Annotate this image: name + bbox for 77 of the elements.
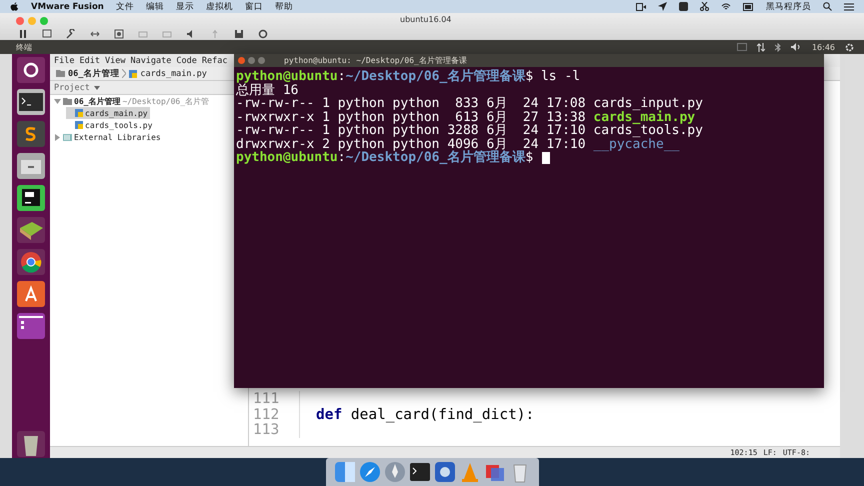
collapsed-arrow-icon[interactable] xyxy=(54,134,61,140)
speaker-icon[interactable] xyxy=(790,43,802,51)
folder-icon xyxy=(56,70,65,77)
expanded-arrow-icon[interactable] xyxy=(54,98,61,104)
battery-icon[interactable] xyxy=(743,2,754,10)
listing-row: -rwxrwxr-x 1 python python 613 6月 27 13:38 cards_main.py xyxy=(236,110,696,124)
book-icon[interactable] xyxy=(16,216,46,244)
window-title: python@ubuntu: ~/Desktop/06_名片管理备课 xyxy=(284,55,467,66)
user-name[interactable]: 黑马程序员 xyxy=(766,0,811,12)
listing-row: -rw-rw-r-- 1 python python 3288 6月 24 17:10 cards_tools.py xyxy=(236,124,703,138)
trash-icon[interactable] xyxy=(16,430,46,458)
menu-item[interactable]: 窗口 xyxy=(244,0,263,12)
code-line: def deal_card(find_dict): xyxy=(316,406,534,423)
line-number: 111 xyxy=(252,391,280,408)
menu-item[interactable]: Edit xyxy=(79,56,100,66)
prompt-line: python@ubuntu:~/Desktop/06_名片管理备课$ xyxy=(236,151,534,164)
listing-row: drwxrwxr-x 2 python python 4096 6月 24 17:10 __pycache__ xyxy=(236,138,680,151)
close-button[interactable] xyxy=(16,16,24,25)
breadcrumb-item[interactable]: 06_名片管理 xyxy=(56,68,120,80)
menu-item[interactable]: File xyxy=(54,56,74,66)
ide-icon[interactable] xyxy=(16,184,46,212)
search-icon[interactable] xyxy=(823,2,832,11)
menu-item[interactable]: 文件 xyxy=(116,0,134,12)
apple-logo-icon[interactable] xyxy=(10,2,19,12)
browser-icon[interactable] xyxy=(16,248,46,276)
minimize-button[interactable] xyxy=(248,57,255,64)
tree-item[interactable]: External Libraries xyxy=(54,131,163,143)
output-line: 总用量 16 xyxy=(236,84,298,97)
display-icon[interactable] xyxy=(42,28,52,39)
arrows-icon[interactable] xyxy=(90,28,100,39)
network-icon[interactable] xyxy=(756,42,765,52)
workspace-icon[interactable] xyxy=(16,312,46,340)
line-number: 113 xyxy=(252,422,280,438)
menu-item[interactable]: 虚拟机 xyxy=(206,0,233,12)
menu-item[interactable]: Navigate xyxy=(130,56,172,66)
menu-item[interactable]: Code xyxy=(176,56,197,66)
menu-item[interactable]: 帮助 xyxy=(274,0,293,12)
tree-item[interactable]: cards_main.py xyxy=(66,107,150,119)
app-menu[interactable]: VMware Fusion xyxy=(31,2,104,12)
dropdown-caret-icon[interactable] xyxy=(94,86,100,90)
folder-icon xyxy=(63,98,72,104)
ubuntu-logo-icon[interactable] xyxy=(16,56,46,84)
clock[interactable]: 16:46 xyxy=(812,42,835,52)
keyboard-icon[interactable] xyxy=(736,43,747,51)
maximize-button[interactable] xyxy=(258,57,265,64)
python-file-icon xyxy=(129,70,138,78)
project-view-selector[interactable]: Project xyxy=(54,82,90,92)
tree-item[interactable]: 06_名片管理 ~/Desktop/06_名片管 xyxy=(54,95,212,107)
pause-icon[interactable] xyxy=(18,28,28,39)
file-cabinet-icon[interactable] xyxy=(16,152,46,180)
line-number: 112 xyxy=(252,406,280,423)
app-title: 终端 xyxy=(16,42,32,52)
compass-icon[interactable] xyxy=(358,461,380,483)
tree-item[interactable]: cards_tools.py xyxy=(66,119,154,131)
listing-row: -rw-rw-r-- 1 python python 833 6月 24 17:08 cards_input.py xyxy=(236,97,703,110)
scissors-icon[interactable] xyxy=(700,2,709,11)
terminal-icon[interactable] xyxy=(408,461,430,483)
send-icon[interactable] xyxy=(658,2,667,11)
window-title: ubuntu16.04 xyxy=(400,15,452,24)
menu-item[interactable]: View xyxy=(104,56,126,66)
prompt-line: python@ubuntu:~/Desktop/06_名片管理备课$ ls -l xyxy=(236,70,580,84)
menu-item[interactable]: 显示 xyxy=(176,0,194,12)
menu-item[interactable]: 编辑 xyxy=(146,0,164,12)
breadcrumb-item[interactable]: cards_main.py xyxy=(129,68,207,78)
terminal-icon[interactable] xyxy=(16,88,46,116)
text-editor-icon[interactable] xyxy=(16,120,46,148)
floppy-icon[interactable] xyxy=(234,28,244,39)
menu-item[interactable]: Refac xyxy=(202,56,228,66)
close-button[interactable] xyxy=(238,57,245,64)
list-icon[interactable] xyxy=(844,2,854,10)
bluetooth-icon[interactable] xyxy=(774,42,781,52)
chevron-icon xyxy=(122,69,126,78)
app-status-icon[interactable] xyxy=(679,2,688,11)
wifi-icon[interactable] xyxy=(721,2,731,10)
disk-icon[interactable] xyxy=(114,28,124,39)
library-icon xyxy=(63,134,72,140)
shopping-bag-icon[interactable] xyxy=(16,280,46,308)
